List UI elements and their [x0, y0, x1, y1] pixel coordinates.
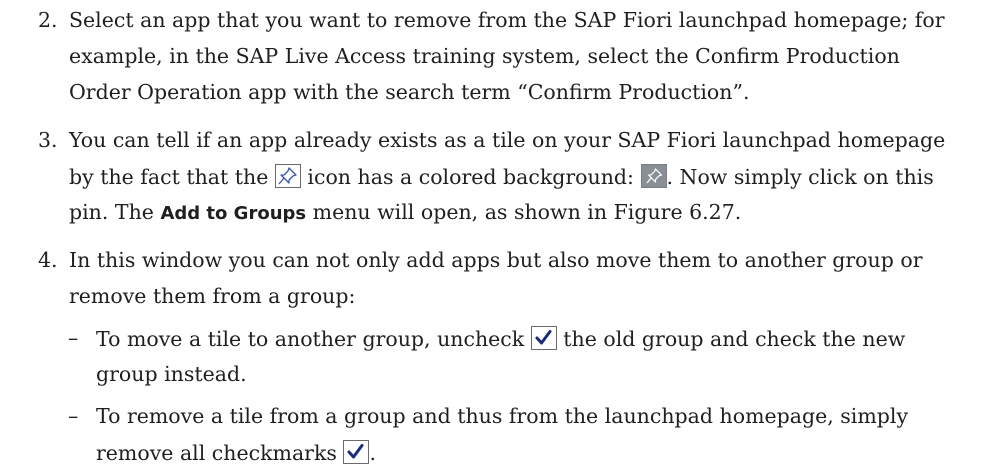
paragraph-line: remove them from a group: — [69, 284, 356, 308]
paragraph-line: pin. The Add to Groups menu will open, a… — [69, 200, 741, 226]
bullet-dash: – — [68, 404, 79, 428]
text-run: . — [369, 441, 376, 465]
paragraph-line: remove all checkmarks . — [96, 440, 376, 465]
text-run: . Now simply click on this — [666, 165, 934, 189]
paragraph-line: To remove a tile from a group and thus f… — [96, 404, 909, 428]
paragraph-line: You can tell if an app already exists as… — [69, 128, 946, 152]
bullet-dash: – — [68, 326, 79, 350]
text-run: the old group and check the new — [563, 327, 906, 351]
checkmark-icon — [530, 326, 557, 350]
paragraph-line: In this window you can not only add apps… — [69, 248, 923, 272]
text-run: To move a tile to another group, uncheck — [96, 327, 525, 351]
paragraph-line: example, in the SAP Live Access training… — [69, 44, 900, 68]
document-page: 2. Select an app that you want to remove… — [0, 0, 984, 468]
text-run: by the fact that the — [69, 165, 269, 189]
pin-filled-icon — [640, 164, 667, 188]
paragraph-line: by the fact that the icon has a colored … — [69, 164, 934, 189]
text-run: pin. The — [69, 200, 154, 224]
text-run: remove all checkmarks — [96, 441, 337, 465]
item-number: 3. — [38, 128, 58, 152]
paragraph-line: Order Operation app with the search term… — [69, 80, 750, 104]
checkmark-icon — [343, 440, 370, 464]
item-number: 4. — [38, 248, 58, 272]
text-run: menu will open, as shown in Figure 6.27. — [312, 200, 742, 224]
item-number: 2. — [38, 8, 58, 32]
paragraph-line: Select an app that you want to remove fr… — [69, 8, 945, 32]
paragraph-line: group instead. — [96, 362, 247, 386]
pin-icon — [274, 164, 301, 188]
menu-name: Add to Groups — [160, 203, 307, 224]
text-run: icon has a colored background: — [307, 165, 634, 189]
paragraph-line: To move a tile to another group, uncheck… — [96, 326, 905, 351]
